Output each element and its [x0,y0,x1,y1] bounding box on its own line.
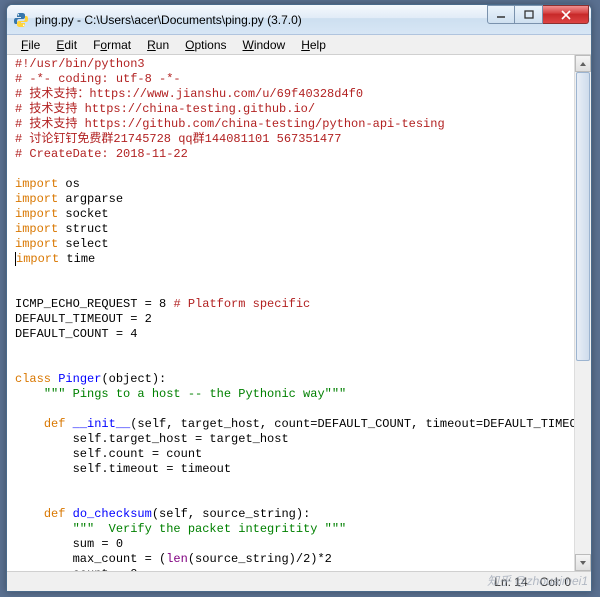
scrollbar-track[interactable] [575,72,591,554]
window-controls [487,5,589,25]
menu-bar: File Edit Format Run Options Window Help [7,35,591,55]
kw: def [44,417,66,431]
kw: class [15,372,51,386]
status-line: Ln: 14 [494,575,527,589]
menu-options[interactable]: Options [177,36,234,54]
module: socket [65,207,108,221]
code: (self, target_host, count=DEFAULT_COUNT,… [130,417,574,431]
title-bar[interactable]: ping.py - C:\Users\acer\Documents\ping.p… [7,5,591,35]
code: max_count = ( [15,552,166,566]
code: (object): [101,372,166,386]
menu-window[interactable]: Window [235,36,294,54]
module: argparse [65,192,123,206]
module: time [66,252,95,266]
status-col: Col: 0 [540,575,571,589]
code-editor[interactable]: #!/usr/bin/python3 # -*- coding: utf-8 -… [7,55,574,571]
kw: def [44,507,66,521]
code-line: # 技术支持：https://www.jianshu.com/u/69f4032… [15,87,363,101]
kw: import [16,252,59,266]
code-line: # -*- coding: utf-8 -*- [15,72,181,86]
module: struct [65,222,108,236]
editor-area: #!/usr/bin/python3 # -*- coding: utf-8 -… [7,55,591,571]
window-title: ping.py - C:\Users\acer\Documents\ping.p… [35,13,487,27]
code-line: # 技术支持 https://github.com/china-testing/… [15,117,445,131]
docstring: """ Pings to a host -- the Pythonic way"… [44,387,346,401]
menu-file[interactable]: File [13,36,48,54]
code-line: # CreateDate: 2018-11-22 [15,147,188,161]
kw: import [15,237,58,251]
kw: import [15,192,58,206]
class-name: Pinger [51,372,101,386]
python-idle-icon [13,12,29,28]
code-line: DEFAULT_COUNT = 4 [15,327,137,341]
module: os [65,177,79,191]
code: (source_string)/2)*2 [188,552,332,566]
code-line: ICMP_ECHO_REQUEST = 8 [15,297,173,311]
code-line: self.timeout = timeout [15,462,231,476]
maximize-button[interactable] [515,5,543,24]
code-line: sum = 0 [15,537,123,551]
menu-help[interactable]: Help [293,36,334,54]
kw: import [15,207,58,221]
kw: import [15,177,58,191]
builtin: len [166,552,188,566]
def-name: do_checksum [65,507,151,521]
status-bar: Ln: 14 Col: 0 [7,571,591,591]
code-line: #!/usr/bin/python3 [15,57,145,71]
code: (self, source_string): [152,507,310,521]
def-name: __init__ [65,417,130,431]
scroll-up-button[interactable] [575,55,591,72]
scrollbar-thumb[interactable] [576,72,590,361]
menu-run[interactable]: Run [139,36,177,54]
code-line: self.count = count [15,447,202,461]
scroll-down-button[interactable] [575,554,591,571]
kw: import [15,222,58,236]
menu-format[interactable]: Format [85,36,139,54]
comment: # Platform specific [173,297,310,311]
minimize-button[interactable] [487,5,515,24]
menu-edit[interactable]: Edit [48,36,85,54]
code-line: DEFAULT_TIMEOUT = 2 [15,312,152,326]
module: select [65,237,108,251]
app-window: ping.py - C:\Users\acer\Documents\ping.p… [6,4,592,592]
code-line: self.target_host = target_host [15,432,289,446]
code-line: # 讨论钉钉免费群21745728 qq群144081101 567351477 [15,132,341,146]
docstring: """ Verify the packet integritity """ [73,522,347,536]
vertical-scrollbar[interactable] [574,55,591,571]
close-button[interactable] [543,5,589,24]
code-line: # 技术支持 https://china-testing.github.io/ [15,102,315,116]
